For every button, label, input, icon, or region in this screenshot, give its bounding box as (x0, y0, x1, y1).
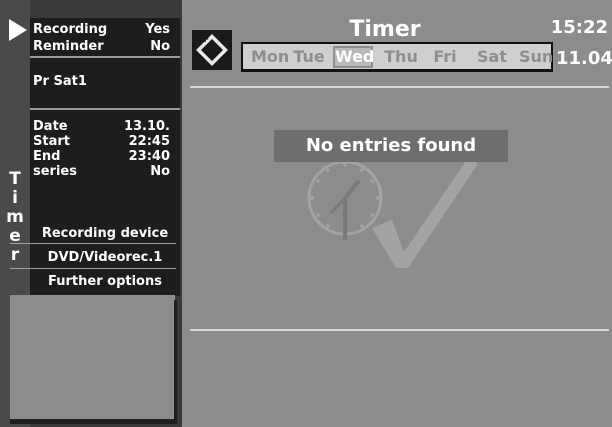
menu-row-label: Recording (33, 22, 108, 37)
program-label: Pr Sat1 (33, 74, 87, 89)
navigation-cross-icon[interactable]: + + - - (192, 30, 232, 70)
menu-row-value: 23:40 (128, 149, 170, 164)
day-tab-thu[interactable]: Thu (383, 46, 419, 68)
timer-watermark (307, 158, 478, 268)
menu-row-value: 13.10. (123, 119, 170, 134)
menu-row-recording[interactable]: Recording Yes (33, 22, 170, 37)
day-tab-mon[interactable]: Mon (251, 46, 289, 68)
page-title: Timer (349, 17, 421, 42)
preview-edge (10, 419, 177, 424)
side-tab-letter: T (9, 169, 21, 189)
menu-row-label: Date (33, 119, 68, 134)
svg-text:+: + (217, 34, 225, 45)
checkmark-icon (372, 158, 478, 268)
option-divider (10, 243, 176, 244)
day-tab-fri[interactable]: Fri (429, 46, 461, 68)
status-message: No entries found (274, 130, 508, 162)
menu-row-date[interactable]: Date 13.10. (33, 119, 170, 134)
menu-row-label: Reminder (33, 39, 104, 54)
menu-divider (30, 108, 180, 110)
menu-row-start[interactable]: Start 22:45 (33, 134, 170, 149)
option-divider (10, 268, 176, 269)
side-tab-letter: m (6, 207, 24, 227)
further-options-button[interactable]: Further options (40, 274, 170, 290)
menu-row-reminder[interactable]: Reminder No (33, 39, 170, 54)
clock-time: 15:22 (550, 17, 608, 38)
menu-row-value: Yes (145, 22, 170, 37)
menu-row-series[interactable]: series No (33, 164, 170, 179)
menu-row-label: End (33, 149, 61, 164)
content-divider (190, 329, 609, 331)
preview-box (10, 295, 175, 420)
clock-icon (307, 160, 383, 240)
day-tab-sat[interactable]: Sat (475, 46, 509, 68)
menu-row-value: 22:45 (128, 134, 170, 149)
svg-text:-: - (201, 57, 205, 68)
side-tab-label: T i m e r (5, 170, 25, 265)
svg-text:-: - (217, 57, 221, 68)
menu-row-label: series (33, 164, 77, 179)
menu-divider (30, 56, 180, 58)
day-tab-tue[interactable]: Tue (291, 46, 327, 68)
side-tab-letter: i (12, 188, 18, 208)
clock-date: 11.04 (556, 48, 612, 69)
menu-row-value: No (150, 164, 170, 179)
menu-row-value: No (150, 39, 170, 54)
preview-edge (174, 300, 177, 422)
content-divider (190, 86, 609, 88)
menu-row-end[interactable]: End 23:40 (33, 149, 170, 164)
svg-text:+: + (201, 34, 209, 45)
day-selector: Mon Tue Wed Thu Fri Sat Sun (241, 42, 553, 72)
day-tab-wed[interactable]: Wed (333, 46, 374, 68)
timer-menu: Recording Yes Reminder No Pr Sat1 Date 1… (30, 18, 180, 296)
side-tab-letter: r (10, 245, 20, 265)
device-value-option[interactable]: DVD/Videorec.1 (40, 250, 170, 266)
menu-row-label: Start (33, 134, 70, 149)
day-tab-sun[interactable]: Sun (519, 46, 553, 68)
recording-device-option[interactable]: Recording device (40, 226, 170, 242)
menu-pointer-icon (9, 19, 27, 41)
menu-row-program[interactable]: Pr Sat1 (33, 74, 170, 89)
